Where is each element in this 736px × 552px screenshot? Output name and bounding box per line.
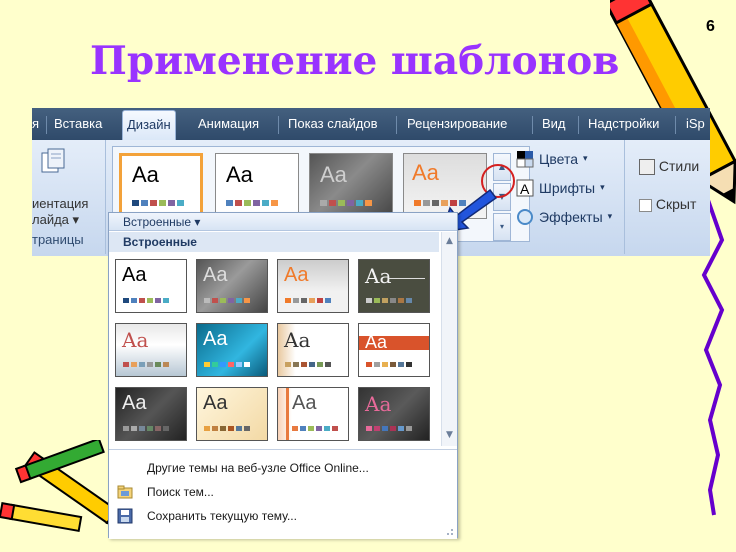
background-styles-label: Стили — [658, 158, 700, 174]
colors-label: Цвета — [539, 150, 578, 167]
gallery-theme-6[interactable]: Aa — [196, 323, 268, 377]
tab-slideshow[interactable]: Показ слайдов — [288, 116, 378, 131]
browse-themes-label: Поиск тем... — [147, 485, 214, 499]
gallery-theme-10[interactable]: Aa — [196, 387, 268, 441]
colors-button[interactable]: Цвета ▾ — [516, 144, 612, 173]
gallery-theme-12[interactable]: Aa — [358, 387, 430, 441]
hide-background-checkbox[interactable]: Скрыт — [639, 196, 696, 212]
tab-ispring[interactable]: iSp — [686, 116, 705, 131]
gallery-theme-1[interactable]: Aa — [115, 259, 187, 313]
gallery-theme-3[interactable]: Aa — [277, 259, 349, 313]
gallery-header[interactable]: Встроенные ▾ — [109, 213, 457, 231]
gallery-theme-2[interactable]: Aa — [196, 259, 268, 313]
gallery-theme-5[interactable]: Aa — [115, 323, 187, 377]
theme-options: Цвета ▾ A Шрифты ▾ Эффекты ▾ — [516, 144, 612, 231]
hide-background-label: Скрыт — [655, 196, 697, 212]
online-themes-label: Другие темы на веб-узле Office Online... — [147, 461, 369, 475]
effects-label: Эффекты — [539, 208, 603, 225]
tab-addins[interactable]: Надстройки — [588, 116, 659, 131]
tab-animation[interactable]: Анимация — [198, 116, 259, 131]
save-theme-label: Сохранить текущую тему... — [147, 509, 297, 523]
gallery-theme-9[interactable]: Aa — [115, 387, 187, 441]
browse-folder-icon — [117, 485, 133, 499]
gallery-section-title: Встроенные — [109, 232, 439, 252]
resize-grip-icon[interactable] — [444, 526, 454, 536]
background-styles-icon — [639, 159, 655, 176]
gallery-theme-7[interactable]: Aa — [277, 323, 349, 377]
slide-orientation-icon[interactable] — [40, 148, 66, 174]
pencil-illustration-right — [610, 0, 736, 516]
slide-orientation-button[interactable]: иентация лайда ▾ — [32, 196, 88, 228]
effects-button[interactable]: Эффекты ▾ — [516, 202, 612, 231]
theme-tile-office[interactable]: Aa — [119, 153, 203, 219]
tab-design[interactable]: Дизайн — [122, 110, 176, 140]
tab-review[interactable]: Рецензирование — [407, 116, 507, 131]
theme-tile-2[interactable]: Aa — [215, 153, 299, 219]
tab-insert[interactable]: Вставка — [54, 116, 102, 131]
slide-orientation-label-2: лайда ▾ — [32, 212, 80, 227]
theme-tile-3[interactable]: Aa — [309, 153, 393, 219]
menu-item-save-theme[interactable]: Сохранить текущую тему... — [109, 504, 457, 528]
gallery-menu: Другие темы на веб-узле Office Online...… — [109, 449, 457, 539]
gallery-theme-4[interactable]: Aa — [358, 259, 430, 313]
ribbon-tabs: я Вставка Дизайн Анимация Показ слайдов … — [32, 108, 710, 140]
pencils-illustration-left — [0, 440, 110, 533]
tab-view[interactable]: Вид — [542, 116, 566, 131]
menu-item-online-themes[interactable]: Другие темы на веб-узле Office Online... — [109, 456, 457, 480]
page-setup-group-label: траницы — [32, 232, 84, 247]
save-theme-icon — [117, 508, 133, 524]
menu-item-browse-themes[interactable]: Поиск тем... — [109, 480, 457, 504]
slide-orientation-label-1: иентация — [32, 196, 89, 211]
effects-icon — [517, 208, 533, 225]
gallery-theme-11[interactable]: Aa — [277, 387, 349, 441]
colors-icon — [516, 150, 534, 167]
slide-title: Применение шаблонов — [90, 38, 620, 84]
gallery-scrollbar[interactable]: ▲ ▼ — [441, 232, 457, 446]
svg-text:A: A — [520, 181, 530, 197]
page-setup-group: иентация лайда ▾ траницы — [32, 140, 106, 254]
gallery-theme-8[interactable]: Aa — [358, 323, 430, 377]
theme-gallery-dropdown: Встроенные ▾ Встроенные ▲ ▼ Aa Aa Aa Aa … — [108, 212, 458, 539]
checkbox-icon — [639, 198, 652, 212]
background-styles-button[interactable]: Стили — [639, 158, 700, 176]
background-group: Стили Скрыт — [624, 140, 699, 254]
tab-partial[interactable]: я — [32, 116, 39, 131]
fonts-button[interactable]: A Шрифты ▾ — [516, 173, 612, 202]
fonts-label: Шрифты — [539, 179, 596, 196]
fonts-icon: A — [516, 179, 534, 197]
